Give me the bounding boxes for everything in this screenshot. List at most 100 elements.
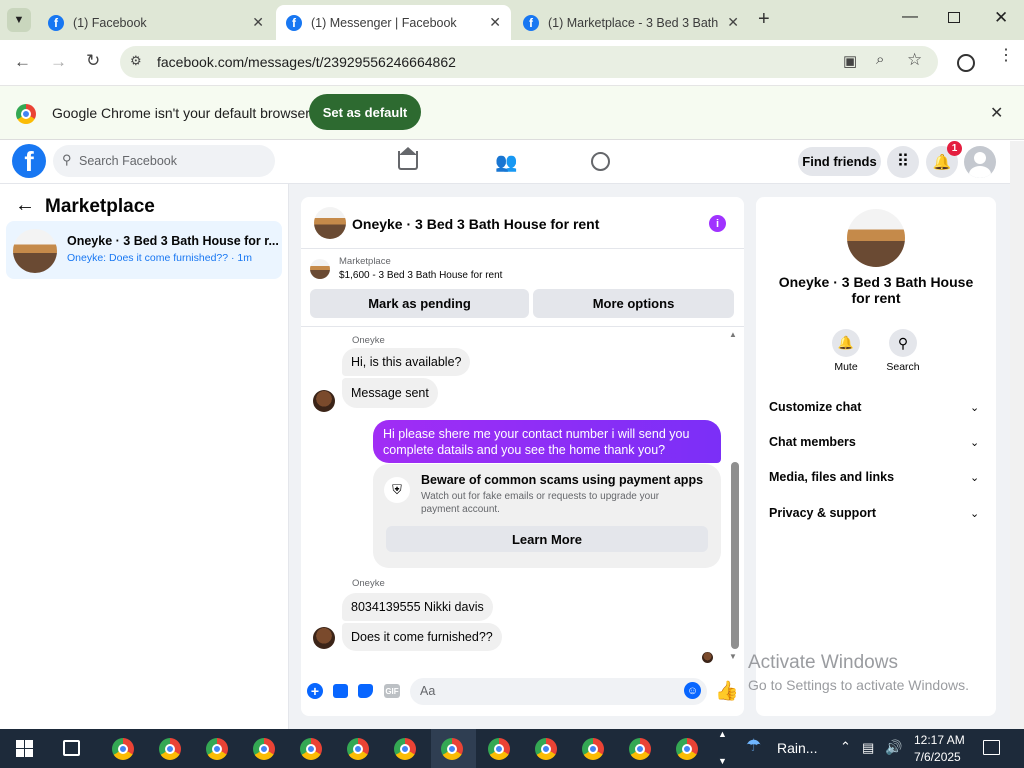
close-icon[interactable]: ✕ xyxy=(489,14,501,31)
chrome-taskbar-icon[interactable] xyxy=(629,738,651,760)
maximize-button[interactable] xyxy=(948,12,960,23)
tab-messenger[interactable]: f (1) Messenger | Facebook ✕ xyxy=(276,5,511,40)
search-button[interactable]: ⚲ xyxy=(889,329,917,357)
reload-button[interactable]: ↻ xyxy=(86,51,100,71)
like-icon[interactable]: 👍 xyxy=(715,679,739,703)
chrome-taskbar-icon[interactable] xyxy=(488,738,510,760)
taskbar-overflow-down[interactable]: ▼ xyxy=(718,756,727,766)
my-message-bubble[interactable]: Hi please shere me your contact number i… xyxy=(373,420,721,463)
mark-pending-button[interactable]: Mark as pending xyxy=(310,289,529,318)
listing-price-title[interactable]: $1,600 - 3 Bed 3 Bath House for rent xyxy=(339,270,502,281)
clock-date[interactable]: 7/6/2025 xyxy=(914,750,961,764)
scam-body: Watch out for fake emails or requests to… xyxy=(421,491,660,515)
details-title: Oneyke · 3 Bed 3 Bath House for rent xyxy=(778,274,974,306)
find-friends-button[interactable]: Find friends xyxy=(798,147,881,176)
weather-icon[interactable]: ☂ xyxy=(746,736,761,756)
sender-avatar[interactable] xyxy=(313,627,335,649)
add-icon[interactable]: + xyxy=(307,683,323,699)
fb-search-input[interactable]: ⚲ Search Facebook xyxy=(53,145,275,177)
info-icon[interactable]: i xyxy=(709,215,726,232)
forward-button[interactable]: → xyxy=(50,52,67,72)
weather-text[interactable]: Rain... xyxy=(777,740,817,756)
chevron-down-icon[interactable]: ⌄ xyxy=(970,471,979,484)
chrome-taskbar-icon[interactable] xyxy=(206,738,228,760)
back-button[interactable]: ← xyxy=(14,52,31,72)
chrome-taskbar-icon[interactable] xyxy=(112,738,134,760)
close-icon[interactable]: ✕ xyxy=(252,14,264,31)
emoji-icon[interactable]: ☺ xyxy=(684,682,701,699)
customize-chat-item[interactable]: Customize chat xyxy=(769,400,861,414)
facebook-logo-icon[interactable]: f xyxy=(12,144,46,178)
address-bar[interactable]: ⚙ facebook.com/messages/t/23929556246664… xyxy=(120,46,938,78)
page-scrollbar[interactable] xyxy=(1010,141,1024,729)
profile-icon[interactable] xyxy=(957,54,975,72)
taskbar-overflow-up[interactable]: ▲ xyxy=(718,729,727,739)
chevron-down-icon[interactable]: ⌄ xyxy=(970,436,979,449)
search-label: Search xyxy=(886,361,920,373)
infobar-text: Google Chrome isn't your default browser xyxy=(52,105,310,121)
chrome-taskbar-icon[interactable] xyxy=(159,738,181,760)
menu-grid-icon[interactable]: ⠿ xyxy=(887,146,919,178)
account-avatar[interactable] xyxy=(964,146,996,178)
zoom-icon[interactable]: ⌕ xyxy=(876,51,884,68)
message-bubble[interactable]: Hi, is this available? xyxy=(342,348,471,376)
tab-facebook[interactable]: f (1) Facebook ✕ xyxy=(38,5,274,40)
site-info-icon[interactable]: ⚙ xyxy=(130,53,142,69)
message-bubble[interactable]: Message sent xyxy=(342,378,438,408)
chat-header-title[interactable]: Oneyke · 3 Bed 3 Bath House for rent xyxy=(352,216,599,232)
conversation-title: Oneyke · 3 Bed 3 Bath House for r... xyxy=(67,234,279,248)
message-bubble[interactable]: Does it come furnished?? xyxy=(342,623,502,651)
install-icon[interactable]: ▣ xyxy=(843,52,857,70)
privacy-support-item[interactable]: Privacy & support xyxy=(769,506,876,520)
tab-marketplace[interactable]: f (1) Marketplace - 3 Bed 3 Bath I ✕ xyxy=(513,5,749,40)
groups-icon[interactable] xyxy=(591,152,610,171)
chat-header-thumbnail[interactable] xyxy=(314,207,346,239)
minimize-button[interactable]: — xyxy=(902,8,918,26)
infobar-close-icon[interactable]: ✕ xyxy=(990,103,1003,123)
photo-icon[interactable] xyxy=(333,684,348,698)
back-arrow-icon[interactable]: ← xyxy=(15,194,35,217)
url-text[interactable]: facebook.com/messages/t/2392955624666486… xyxy=(157,54,456,70)
chevron-down-icon[interactable]: ⌄ xyxy=(970,507,979,520)
mute-button[interactable]: 🔔 xyxy=(832,329,860,357)
more-options-button[interactable]: More options xyxy=(533,289,734,318)
chrome-taskbar-icon[interactable] xyxy=(300,738,322,760)
chrome-taskbar-icon[interactable] xyxy=(394,738,416,760)
chrome-taskbar-icon[interactable] xyxy=(253,738,275,760)
sticker-icon[interactable] xyxy=(358,684,373,698)
friends-icon[interactable]: 👥 xyxy=(495,152,517,173)
chat-scrollbar-thumb[interactable] xyxy=(731,462,739,649)
sender-avatar[interactable] xyxy=(313,390,335,412)
close-window-button[interactable]: ✕ xyxy=(994,8,1008,28)
start-button[interactable] xyxy=(16,740,33,757)
chevron-up-icon[interactable]: ⌃ xyxy=(840,739,851,755)
chrome-taskbar-icon[interactable] xyxy=(582,738,604,760)
conversation-item[interactable]: Oneyke · 3 Bed 3 Bath House for r... One… xyxy=(6,221,282,279)
network-icon[interactable]: ▤ xyxy=(862,740,874,756)
chevron-down-icon[interactable]: ⌄ xyxy=(970,401,979,414)
new-tab-button[interactable]: + xyxy=(758,8,770,31)
chrome-taskbar-icon[interactable] xyxy=(676,738,698,760)
close-icon[interactable]: ✕ xyxy=(727,14,739,31)
message-bubble[interactable]: 8034139555 Nikki davis xyxy=(342,593,493,621)
clock-time[interactable]: 12:17 AM xyxy=(914,733,965,747)
volume-icon[interactable]: 🔊 xyxy=(885,739,902,756)
message-placeholder: Aa xyxy=(420,684,436,698)
media-files-item[interactable]: Media, files and links xyxy=(769,470,894,484)
chrome-taskbar-icon[interactable] xyxy=(347,738,369,760)
chat-scroll-up[interactable]: ▲ xyxy=(729,330,737,339)
mute-label: Mute xyxy=(834,361,858,373)
chat-scroll-down[interactable]: ▼ xyxy=(729,652,737,661)
chrome-taskbar-icon[interactable] xyxy=(441,738,463,760)
chrome-taskbar-icon[interactable] xyxy=(535,738,557,760)
chat-members-item[interactable]: Chat members xyxy=(769,435,856,449)
gif-icon[interactable]: GIF xyxy=(384,684,400,698)
learn-more-button[interactable]: Learn More xyxy=(386,526,708,552)
notification-center-icon[interactable] xyxy=(983,740,1000,755)
tab-search-button[interactable]: ▼ xyxy=(7,8,31,32)
menu-icon[interactable]: ⋮ xyxy=(998,48,1014,64)
bookmark-star-icon[interactable]: ☆ xyxy=(907,50,922,70)
set-default-button[interactable]: Set as default xyxy=(309,94,421,130)
task-view-icon[interactable] xyxy=(63,740,80,756)
message-input[interactable]: Aa ☺ xyxy=(410,678,707,705)
